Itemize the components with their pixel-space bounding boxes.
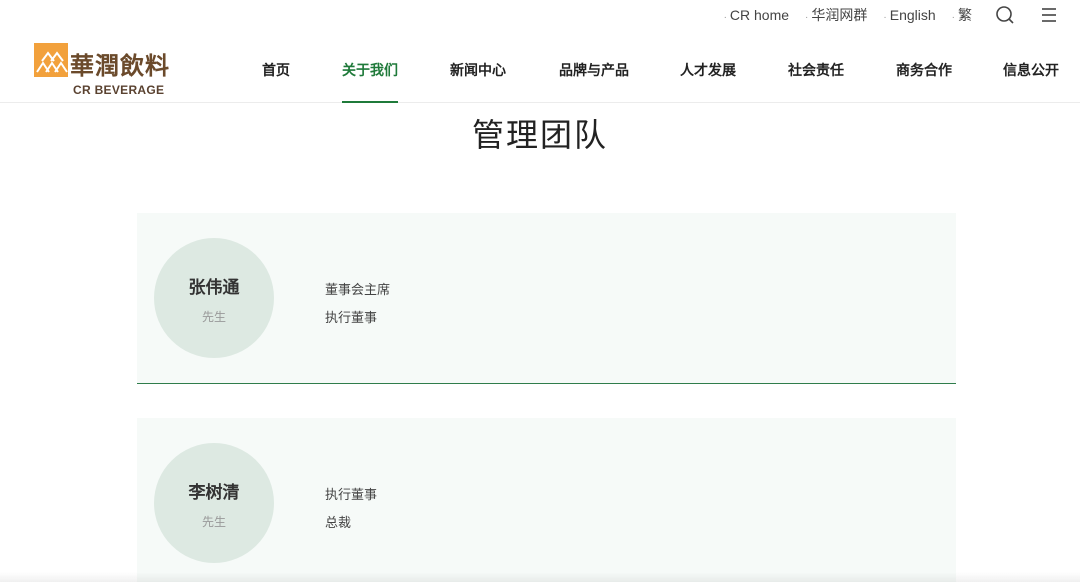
cr-home-label: CR home [729,7,790,23]
member-role: 董事会主席 [325,283,391,298]
page-title: 管理团队 [471,116,608,154]
member-roles: 执行董事 总裁 [325,482,377,538]
member-name: 张伟通 [188,278,240,298]
team-member-card[interactable]: 张伟通 先生 董事会主席 执行董事 [137,213,956,384]
english-link[interactable]: · English [883,7,935,23]
main-nav: 首页 关于我们 新闻中心 品牌与产品 人才发展 社会责任 商务合作 信息公开 [0,30,1080,103]
english-label: English [889,7,936,23]
nav-item-talent[interactable]: 人才发展 [680,60,736,80]
avatar: 张伟通 先生 [154,238,274,358]
link-dot: · [883,12,887,23]
member-role: 执行董事 [325,488,378,503]
avatar: 李树清 先生 [154,443,274,563]
nav-item-disclosure[interactable]: 信息公开 [1003,60,1059,80]
cr-home-link[interactable]: · CR home [724,7,789,23]
menu-icon[interactable] [1038,4,1060,26]
search-icon[interactable] [994,4,1016,26]
link-dot: · [951,12,955,23]
site-header: 華潤飲料 CR BEVERAGE 首页 关于我们 新闻中心 品牌与产品 人才发展… [0,30,1080,103]
member-honorific: 先生 [201,310,226,324]
nav-item-home[interactable]: 首页 [262,60,290,80]
traditional-chinese-link[interactable]: · 繁 [952,5,972,25]
member-role: 总裁 [325,516,352,531]
nav-item-about-us[interactable]: 关于我们 [342,60,398,80]
traditional-chinese-label: 繁 [958,7,972,23]
utility-bar: · CR home · 华润网群 · English · 繁 [724,0,1080,30]
nav-item-social-responsibility[interactable]: 社会责任 [788,60,844,80]
cr-network-link[interactable]: · 华润网群 [805,5,867,25]
team-member-card[interactable]: 李树清 先生 执行董事 总裁 [137,418,956,582]
active-nav-indicator [342,101,398,103]
nav-item-brands-products[interactable]: 品牌与产品 [559,60,629,80]
bottom-shadow [0,572,1080,582]
member-roles: 董事会主席 执行董事 [325,277,390,333]
nav-item-business[interactable]: 商务合作 [896,60,952,80]
member-honorific: 先生 [201,515,226,529]
link-dot: · [805,12,809,23]
member-name: 李树清 [188,483,240,503]
link-dot: · [723,12,727,23]
nav-item-news[interactable]: 新闻中心 [450,60,506,80]
member-role: 执行董事 [325,311,378,326]
cr-network-label: 华润网群 [811,7,868,23]
